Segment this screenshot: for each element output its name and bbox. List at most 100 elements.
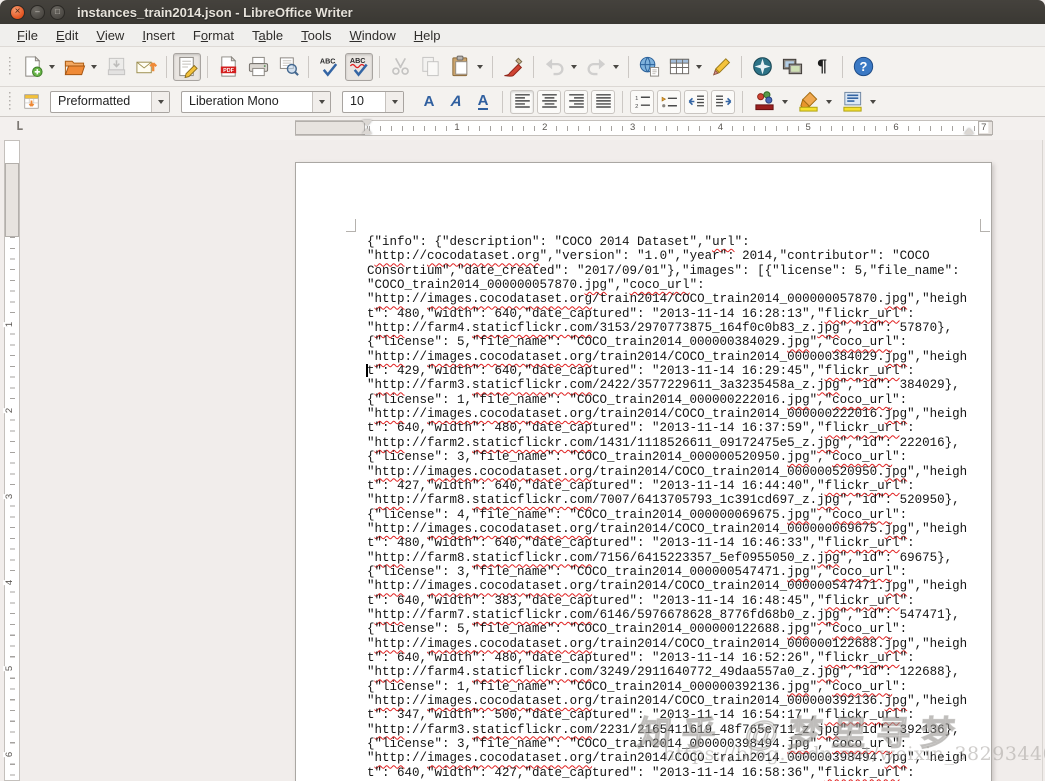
clone-formatting-button[interactable] xyxy=(499,53,527,81)
text-line[interactable]: "http://cocodataset.org","version": "1.0… xyxy=(367,249,975,263)
menu-tools[interactable]: Tools xyxy=(292,26,340,45)
highlighting-dropdown[interactable] xyxy=(826,99,832,104)
styles-button[interactable] xyxy=(19,90,43,114)
paragraph-style-combobox[interactable]: Preformatted xyxy=(50,90,170,113)
numbered-list-button[interactable]: 12 xyxy=(630,89,654,114)
menu-table[interactable]: Table xyxy=(243,26,292,45)
open-button[interactable] xyxy=(60,53,88,81)
navigator-button[interactable] xyxy=(748,53,776,81)
font-name-dropdown[interactable] xyxy=(312,91,330,112)
text-line[interactable]: {"license": 1,"file_name": "COCO_train20… xyxy=(367,393,975,407)
font-name-combobox[interactable]: Liberation Mono xyxy=(181,90,331,113)
text-line[interactable]: {"license": 3,"file_name": "COCO_train20… xyxy=(367,565,975,579)
text-line[interactable]: Consortium","date_created": "2017/09/01"… xyxy=(367,264,975,278)
font-size-combobox[interactable]: 10 xyxy=(342,90,404,113)
text-line[interactable]: t": 427,"width": 640,"date_captured": "2… xyxy=(367,479,975,493)
text-line[interactable]: "http://farm8.staticflickr.com/7007/6413… xyxy=(367,493,975,507)
left-indent-marker[interactable] xyxy=(362,120,372,134)
text-line[interactable]: "http://images.cocodataset.org/train2014… xyxy=(367,694,975,708)
text-line[interactable]: t": 480,"width": 640,"date_captured": "2… xyxy=(367,307,975,321)
horizontal-ruler[interactable]: 1 2 3 4 5 6 7 xyxy=(295,120,993,136)
decrease-indent-button[interactable] xyxy=(684,89,708,114)
insert-table-button[interactable] xyxy=(665,53,693,81)
menu-window[interactable]: Window xyxy=(341,26,405,45)
show-draw-functions-button[interactable] xyxy=(707,53,735,81)
paragraph-background-dropdown[interactable] xyxy=(870,99,876,104)
text-line[interactable]: "http://farm8.staticflickr.com/7156/6415… xyxy=(367,551,975,565)
text-line[interactable]: "http://images.cocodataset.org/train2014… xyxy=(367,465,975,479)
font-name-value[interactable]: Liberation Mono xyxy=(182,92,312,112)
paste-button[interactable] xyxy=(446,53,474,81)
text-line[interactable]: "http://farm2.staticflickr.com/1431/1118… xyxy=(367,436,975,450)
text-line[interactable]: "http://farm3.staticflickr.com/2422/3577… xyxy=(367,378,975,392)
print-button[interactable] xyxy=(244,53,272,81)
text-line[interactable]: {"license": 5,"file_name": "COCO_train20… xyxy=(367,335,975,349)
menu-view[interactable]: View xyxy=(87,26,133,45)
text-line[interactable]: t": 429,"width": 640,"date_captured": "2… xyxy=(367,364,975,378)
align-justify-button[interactable] xyxy=(591,89,615,114)
insert-table-dropdown[interactable] xyxy=(696,64,702,69)
text-line[interactable]: {"license": 4,"file_name": "COCO_train20… xyxy=(367,508,975,522)
vertical-ruler[interactable]: 1 2 3 4 5 6 xyxy=(3,140,20,781)
text-line[interactable]: "http://images.cocodataset.org/train2014… xyxy=(367,579,975,593)
text-line[interactable]: "http://farm7.staticflickr.com/6146/5976… xyxy=(367,608,975,622)
menu-edit[interactable]: Edit xyxy=(47,26,87,45)
text-line[interactable]: "COCO_train2014_000000057870.jpg","coco_… xyxy=(367,278,975,292)
bulleted-list-button[interactable] xyxy=(657,89,681,114)
text-line[interactable]: "http://farm3.staticflickr.com/2231/2165… xyxy=(367,723,975,737)
tab-stop-type-selector[interactable]: L xyxy=(16,119,23,133)
menu-help[interactable]: Help xyxy=(405,26,450,45)
toolbar-drag-handle[interactable] xyxy=(8,91,13,112)
new-document-button[interactable] xyxy=(18,53,46,81)
font-color-dropdown[interactable] xyxy=(782,99,788,104)
text-line[interactable]: {"license": 1,"file_name": "COCO_train20… xyxy=(367,680,975,694)
menu-format[interactable]: Format xyxy=(184,26,243,45)
font-size-dropdown[interactable] xyxy=(385,91,403,112)
print-preview-button[interactable] xyxy=(274,53,302,81)
text-line[interactable]: t": 640,"width": 383,"date_captured": "2… xyxy=(367,594,975,608)
window-minimize-button[interactable]: – xyxy=(30,4,45,20)
new-document-dropdown[interactable] xyxy=(49,64,55,69)
text-line[interactable]: "http://images.cocodataset.org/train2014… xyxy=(367,350,975,364)
text-line[interactable]: t": 347,"width": 500,"date_captured": "2… xyxy=(367,708,975,722)
window-close-button[interactable]: × xyxy=(10,4,25,20)
text-line[interactable]: t": 640,"width": 480,"date_captured": "2… xyxy=(367,651,975,665)
font-size-value[interactable]: 10 xyxy=(343,92,385,112)
text-line[interactable]: "http://images.cocodataset.org/train2014… xyxy=(367,522,975,536)
right-indent-marker[interactable] xyxy=(964,128,974,134)
bold-button[interactable]: A xyxy=(417,90,441,114)
email-document-button[interactable] xyxy=(132,53,160,81)
paragraph-style-dropdown[interactable] xyxy=(151,91,169,112)
help-button[interactable]: ? xyxy=(849,53,877,81)
open-dropdown[interactable] xyxy=(91,64,97,69)
document-page[interactable]: {"info": {"description": "COCO 2014 Data… xyxy=(295,162,992,781)
align-right-button[interactable] xyxy=(564,89,588,114)
menu-insert[interactable]: Insert xyxy=(133,26,184,45)
text-line[interactable]: "http://farm4.staticflickr.com/3249/2911… xyxy=(367,665,975,679)
align-left-button[interactable] xyxy=(510,89,534,114)
increase-indent-button[interactable] xyxy=(711,89,735,114)
text-line[interactable]: "http://images.cocodataset.org/train2014… xyxy=(367,751,975,765)
hyperlink-button[interactable] xyxy=(635,53,663,81)
text-line[interactable]: t": 640,"width": 427,"date_captured": "2… xyxy=(367,766,975,780)
text-line[interactable]: t": 480,"width": 640,"date_captured": "2… xyxy=(367,536,975,550)
text-line[interactable]: {"license": 5,"file_name": "COCO_train20… xyxy=(367,622,975,636)
auto-spellcheck-button[interactable]: ABC xyxy=(345,52,373,81)
font-color-button[interactable] xyxy=(750,88,778,116)
gallery-button[interactable] xyxy=(778,53,806,81)
edit-mode-button[interactable] xyxy=(173,52,201,81)
text-line[interactable]: "http://images.cocodataset.org/train2014… xyxy=(367,407,975,421)
document-text[interactable]: {"info": {"description": "COCO 2014 Data… xyxy=(367,235,975,780)
text-line[interactable]: {"license": 3,"file_name": "COCO_train20… xyxy=(367,737,975,751)
underline-button[interactable]: A xyxy=(471,90,495,114)
italic-button[interactable]: A xyxy=(444,90,468,114)
text-line[interactable]: "http://farm4.staticflickr.com/3153/2970… xyxy=(367,321,975,335)
paste-dropdown[interactable] xyxy=(477,64,483,69)
text-line[interactable]: t": 640,"width": 480,"date_captured": "2… xyxy=(367,421,975,435)
text-line[interactable]: "http://images.cocodataset.org/train2014… xyxy=(367,292,975,306)
align-center-button[interactable] xyxy=(537,89,561,114)
export-pdf-button[interactable]: PDF xyxy=(214,53,242,81)
paragraph-style-value[interactable]: Preformatted xyxy=(51,92,151,112)
window-maximize-button[interactable]: □ xyxy=(50,4,65,20)
toolbar-drag-handle[interactable] xyxy=(8,56,13,77)
